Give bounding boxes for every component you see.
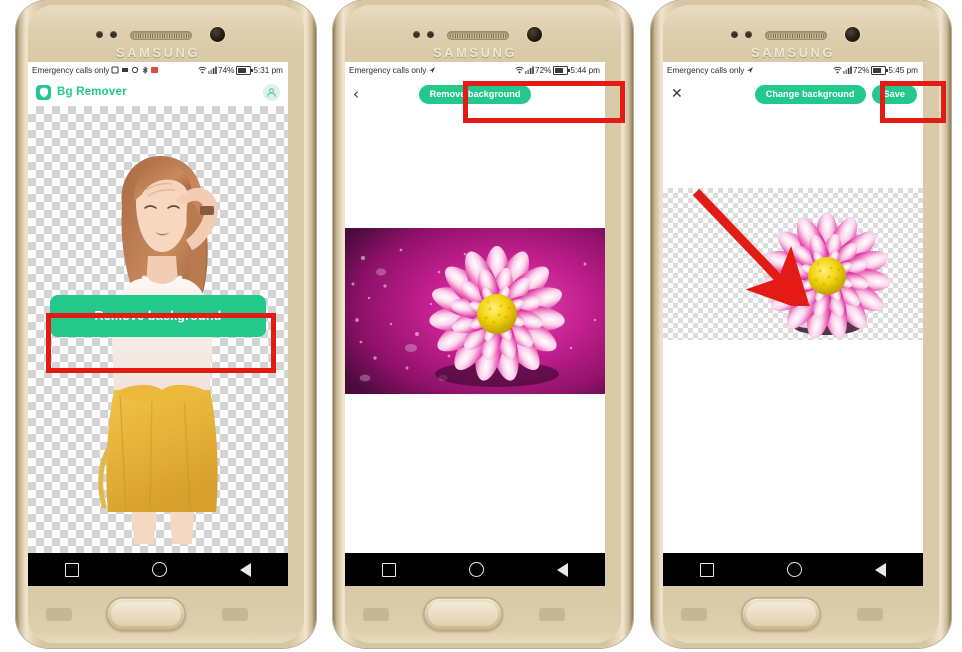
annotation-rect-remove-background-1	[46, 313, 276, 373]
back-capacitive-key[interactable]	[539, 608, 565, 621]
recents-square-icon[interactable]	[64, 562, 79, 577]
flower-photo	[345, 228, 605, 394]
front-camera-icon	[210, 27, 225, 42]
android-nav-bar	[345, 553, 605, 586]
back-triangle-icon[interactable]	[875, 562, 887, 577]
status-bar: Emergency calls only 72% 5:45 pm	[663, 62, 923, 78]
light-sensor-icon	[745, 31, 752, 38]
battery-icon	[236, 65, 253, 75]
device-brand-label: SAMSUNG	[116, 45, 200, 60]
sync-icon	[131, 66, 139, 74]
home-circle-icon[interactable]	[151, 562, 167, 577]
device-brand-label: SAMSUNG	[751, 45, 835, 60]
bluetooth-icon	[141, 66, 149, 75]
clock-label: 5:44 pm	[570, 65, 600, 75]
recents-capacitive-key[interactable]	[363, 608, 389, 621]
clock-label: 5:31 pm	[253, 65, 283, 75]
front-camera-icon	[845, 27, 860, 42]
status-bar-left: Emergency calls only	[349, 66, 436, 75]
status-bar-left: Emergency calls only	[667, 66, 754, 75]
clock-label: 5:45 pm	[888, 65, 918, 75]
battery-icon	[871, 65, 888, 75]
annotation-rect-remove-background-2	[463, 81, 625, 123]
location-icon	[746, 66, 754, 74]
app-bar: Bg Remover	[28, 78, 288, 106]
account-icon[interactable]	[263, 84, 280, 101]
shield-logo-icon	[36, 84, 51, 100]
app-title: Bg Remover	[57, 86, 127, 98]
back-capacitive-key[interactable]	[222, 608, 248, 621]
earpiece-speaker-icon	[447, 31, 509, 40]
android-nav-bar	[663, 553, 923, 586]
battery-icon	[553, 65, 570, 75]
physical-home-button[interactable]	[741, 597, 821, 631]
signal-icon	[843, 66, 852, 74]
screenshot-icon	[111, 66, 119, 74]
light-sensor-icon	[110, 31, 117, 38]
annotation-arrow-to-flower	[692, 188, 812, 306]
carrier-label: Emergency calls only	[32, 65, 110, 75]
earpiece-speaker-icon	[130, 31, 192, 40]
phone-top-bezel: SAMSUNG	[20, 5, 296, 65]
status-bar-left: Emergency calls only	[32, 65, 159, 75]
editor-canvas[interactable]	[345, 110, 605, 553]
recents-capacitive-key[interactable]	[46, 608, 72, 621]
carrier-label: Emergency calls only	[667, 65, 745, 75]
proximity-sensor-icon	[413, 31, 420, 38]
status-bar: Emergency calls only 74% 5:31 pm	[28, 62, 288, 78]
battery-percent-label: 72%	[535, 65, 552, 75]
recents-square-icon[interactable]	[699, 562, 714, 577]
status-bar-right: 74% 5:31 pm	[198, 65, 283, 75]
change-background-button[interactable]: Change background	[754, 85, 866, 105]
physical-home-button[interactable]	[106, 597, 186, 631]
wifi-icon	[833, 66, 842, 74]
recents-capacitive-key[interactable]	[681, 608, 707, 621]
wifi-icon	[515, 66, 524, 74]
earpiece-speaker-icon	[765, 31, 827, 40]
home-circle-icon[interactable]	[468, 562, 484, 577]
device-brand-label: SAMSUNG	[433, 45, 517, 60]
proximity-sensor-icon	[96, 31, 103, 38]
phone-screen-3: Emergency calls only 72% 5:45 pm ✕ Chang…	[663, 62, 923, 586]
phone-top-bezel: SAMSUNG	[337, 5, 613, 65]
tutorial-screenshot: SAMSUNG Emergency calls only 74% 5:31 pm…	[0, 0, 962, 652]
status-bar-right: 72% 5:45 pm	[833, 65, 918, 75]
physical-home-button[interactable]	[423, 597, 503, 631]
phone-top-bezel: SAMSUNG	[655, 5, 931, 65]
back-triangle-icon[interactable]	[557, 562, 569, 577]
wifi-icon	[198, 66, 207, 74]
annotation-rect-save	[880, 81, 946, 123]
front-camera-icon	[527, 27, 542, 42]
back-triangle-icon[interactable]	[240, 562, 252, 577]
battery-percent-label: 74%	[218, 65, 235, 75]
phone-screen-2: Emergency calls only 72% 5:44 pm ‹ Remov…	[345, 62, 605, 586]
proximity-sensor-icon	[731, 31, 738, 38]
carrier-label: Emergency calls only	[349, 65, 427, 75]
location-icon	[428, 66, 436, 74]
back-capacitive-key[interactable]	[857, 608, 883, 621]
android-nav-bar	[28, 553, 288, 586]
editor-canvas[interactable]	[663, 110, 923, 553]
alert-icon	[151, 67, 159, 73]
sim-icon	[121, 66, 129, 74]
close-x-icon[interactable]: ✕	[671, 87, 683, 101]
recents-square-icon[interactable]	[381, 562, 396, 577]
home-circle-icon[interactable]	[786, 562, 802, 577]
status-bar-right: 72% 5:44 pm	[515, 65, 600, 75]
signal-icon	[208, 66, 217, 74]
light-sensor-icon	[427, 31, 434, 38]
battery-percent-label: 72%	[853, 65, 870, 75]
signal-icon	[525, 66, 534, 74]
status-bar: Emergency calls only 72% 5:44 pm	[345, 62, 605, 78]
